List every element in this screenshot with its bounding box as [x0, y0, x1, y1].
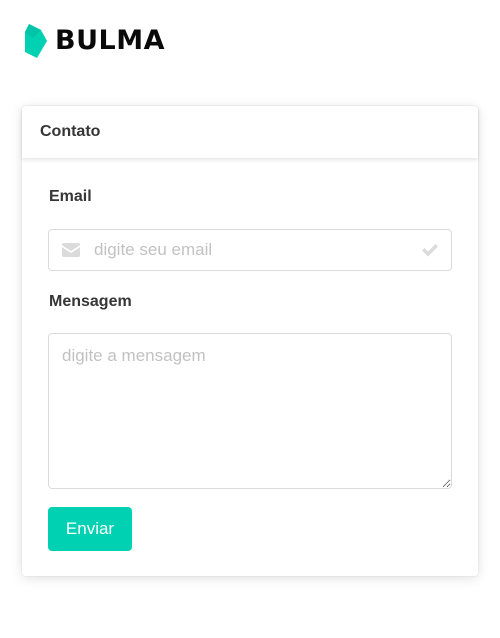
- card-title: Contato: [40, 123, 101, 140]
- send-button[interactable]: Enviar: [48, 507, 132, 551]
- card-header: Contato: [22, 106, 478, 158]
- bulma-logo-icon: [25, 24, 47, 58]
- bulma-logo[interactable]: BULMA: [25, 24, 165, 58]
- envelope-icon: [62, 243, 80, 257]
- brand-name: BULMA: [55, 25, 165, 56]
- email-field[interactable]: [48, 229, 452, 271]
- check-icon: [422, 244, 438, 257]
- email-input[interactable]: [94, 230, 414, 270]
- email-label: Email: [49, 188, 92, 205]
- message-textarea[interactable]: [48, 333, 452, 489]
- message-label: Mensagem: [49, 293, 132, 310]
- contact-card: Contato Email Mensagem Enviar: [22, 106, 478, 576]
